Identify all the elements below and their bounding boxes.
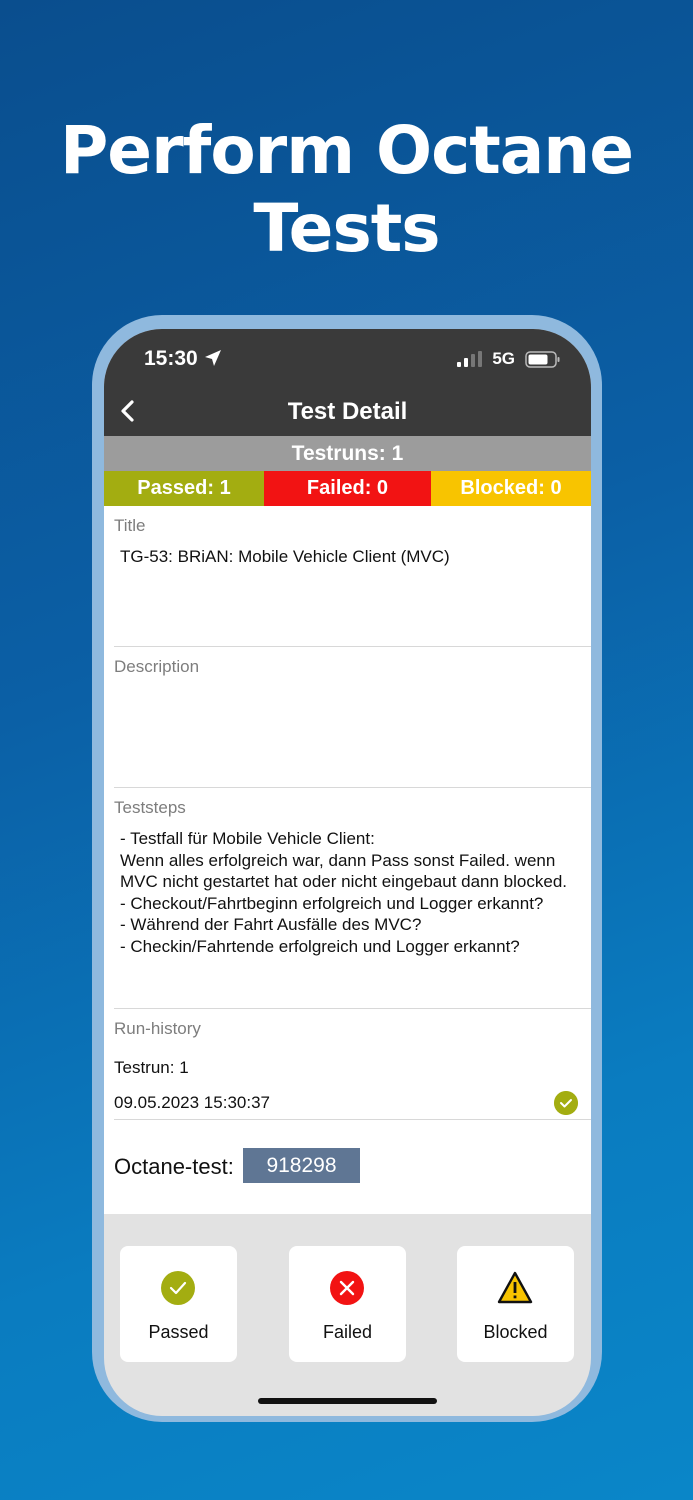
promo-headline: Perform Octane Tests [0,112,693,268]
home-indicator [258,1398,437,1404]
test-detail-content: Title TG-53: BRiAN: Mobile Vehicle Clien… [104,506,591,1214]
passed-count: Passed: 1 [104,471,264,506]
signal-icon [457,351,482,367]
octane-label: Octane-test: [114,1154,234,1179]
title-label: Title [114,516,146,535]
run-history-label: Run-history [114,1019,201,1038]
mark-passed-button[interactable]: Passed [120,1246,237,1362]
failed-count: Failed: 0 [264,471,431,506]
check-circle-icon [161,1271,195,1305]
run-passed-check-icon [554,1091,578,1115]
nav-title: Test Detail [287,398,408,425]
teststeps-label: Teststeps [114,798,186,817]
testruns-count: Testruns: 1 [104,436,591,471]
teststeps-value: - Testfall für Mobile Vehicle Client: We… [120,829,568,956]
warning-triangle-icon [497,1271,533,1304]
x-circle-icon [330,1271,364,1305]
description-label: Description [114,657,200,676]
blocked-button-label: Blocked [483,1322,548,1342]
passed-button-label: Passed [148,1322,209,1342]
run-timestamp[interactable]: 09.05.2023 15:30:37 [114,1093,270,1113]
mark-failed-button[interactable]: Failed [289,1246,406,1362]
teststeps-section: Teststeps - Testfall für Mobile Vehicle … [114,788,591,1009]
nav-bar: Test Detail [104,387,591,436]
status-bar: 15:30 5G [104,329,591,387]
blocked-count: Blocked: 0 [431,471,591,506]
headline-line-1: Perform Octane [59,112,634,189]
status-time: 15:30 [144,347,198,370]
result-action-bar: Passed Failed Blocked [104,1214,591,1416]
run-name[interactable]: Testrun: 1 [114,1058,189,1078]
octane-id-field[interactable]: 918298 [243,1148,360,1183]
battery-icon [525,351,560,368]
location-arrow-icon [205,350,221,366]
phone-screen: 15:30 5G Test Detail Testruns: 1 Passed:… [104,329,591,1416]
title-section: Title TG-53: BRiAN: Mobile Vehicle Clien… [114,506,591,647]
description-section: Description [114,647,591,788]
result-summary: Passed: 1 Failed: 0 Blocked: 0 [104,471,591,506]
network-type: 5G [492,349,515,368]
title-value: TG-53: BRiAN: Mobile Vehicle Client (MVC… [120,547,450,566]
headline-line-2: Tests [253,190,440,267]
failed-button-label: Failed [322,1322,373,1342]
mark-blocked-button[interactable]: Blocked [457,1246,574,1362]
